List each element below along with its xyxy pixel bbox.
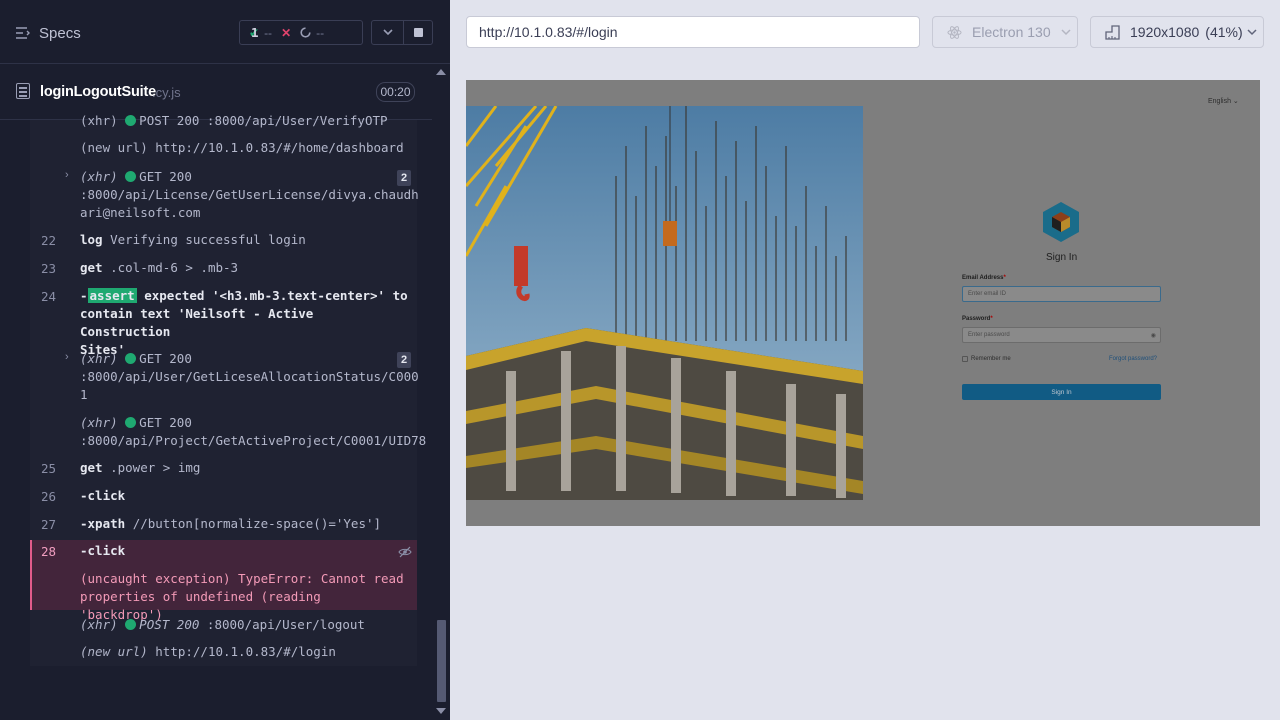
app-under-test-frame[interactable]: English ⌄ Sign In Email Address* Enter e… bbox=[466, 80, 1260, 526]
eye-slash-icon[interactable] bbox=[398, 545, 412, 559]
stop-button[interactable] bbox=[403, 20, 433, 45]
command-row[interactable]: 26 -click bbox=[30, 487, 417, 509]
event-count-badge: 2 bbox=[397, 352, 411, 368]
spec-filename[interactable]: loginLogoutSuite bbox=[40, 84, 156, 100]
status-dot-icon bbox=[125, 417, 137, 428]
browser-selector[interactable]: Electron 130 bbox=[932, 16, 1078, 48]
forgot-password-link[interactable]: Forgot password? bbox=[1109, 356, 1157, 362]
command-log: (xhr) POST 200 :8000/api/User/VerifyOTP … bbox=[30, 113, 426, 666]
test-stats: ✔ -- ✕ 1 -- bbox=[239, 20, 363, 45]
construction-site-image bbox=[466, 106, 863, 500]
command-number: 25 bbox=[41, 461, 57, 476]
command-row[interactable]: 24 - assert expected '<h3.mb-3.text-cente… bbox=[30, 287, 417, 357]
command-row[interactable]: › (xhr) GET 200:8000/api/User/GetLiceseA… bbox=[30, 350, 419, 406]
reporter-panel: Specs ✔ -- ✕ 1 -- loginLogoutSuite .cy.j… bbox=[0, 0, 450, 720]
command-number: 27 bbox=[41, 517, 57, 532]
reporter-header: Specs ✔ -- ✕ 1 -- bbox=[0, 0, 450, 64]
status-dot-icon bbox=[125, 171, 137, 182]
command-row[interactable]: (xhr) POST 200 :8000/api/User/VerifyOTP bbox=[30, 112, 417, 134]
status-dot-icon bbox=[125, 115, 137, 126]
pending-count: -- bbox=[316, 25, 325, 40]
status-dot-icon bbox=[125, 353, 137, 364]
command-row[interactable]: › (xhr) GET 200:8000/api/License/GetUser… bbox=[30, 168, 419, 224]
command-number: 26 bbox=[41, 489, 57, 504]
ruler-icon bbox=[1105, 24, 1120, 40]
pending-stat: -- bbox=[291, 26, 324, 40]
specs-button[interactable]: Specs bbox=[16, 22, 81, 44]
viewport-selector[interactable]: 1920x1080 (41%) bbox=[1090, 16, 1264, 48]
password-label: Password* bbox=[962, 316, 993, 322]
command-number: 22 bbox=[41, 233, 57, 248]
toggle-auto-scroll-button[interactable] bbox=[371, 20, 404, 45]
scrollbar-thumb[interactable] bbox=[437, 620, 446, 702]
command-row[interactable]: 27 -xpath //button[normalize-space()='Ye… bbox=[30, 515, 417, 537]
list-collapse-icon bbox=[16, 27, 30, 39]
spec-duration: 00:20 bbox=[376, 82, 415, 102]
browser-label: Electron 130 bbox=[972, 24, 1051, 40]
spec-file-extension: .cy.js bbox=[152, 85, 181, 100]
failed-command-row[interactable]: 28 -click (uncaught exception) TypeError… bbox=[30, 540, 417, 622]
chevron-right-icon: › bbox=[65, 351, 69, 363]
chevron-right-icon: › bbox=[65, 169, 69, 181]
company-logo bbox=[1043, 202, 1079, 242]
email-field[interactable]: Enter email ID bbox=[962, 286, 1161, 302]
remember-me-checkbox[interactable]: Remember me bbox=[962, 356, 1011, 362]
command-row[interactable]: (xhr) GET 200:8000/api/Project/GetActive… bbox=[30, 414, 426, 452]
chevron-down-icon bbox=[1247, 28, 1257, 35]
assert-tag: assert bbox=[87, 288, 137, 303]
command-number: 24 bbox=[41, 289, 57, 304]
specs-label: Specs bbox=[39, 24, 81, 42]
command-row[interactable]: (new url) http://10.1.0.83/#/home/dashbo… bbox=[30, 139, 417, 161]
scroll-up-icon[interactable] bbox=[436, 69, 446, 75]
pending-icon bbox=[300, 27, 311, 38]
command-number: 23 bbox=[41, 261, 57, 276]
checkbox-icon bbox=[962, 356, 968, 362]
document-icon bbox=[16, 83, 30, 99]
scroll-down-icon[interactable] bbox=[436, 708, 446, 714]
command-row[interactable]: 22 log Verifying successful login bbox=[30, 231, 417, 253]
password-field[interactable]: Enter password ◉ bbox=[962, 327, 1161, 343]
command-row[interactable]: 25 get .power > img bbox=[30, 459, 417, 481]
email-label: Email Address* bbox=[962, 275, 1006, 281]
command-row[interactable]: (xhr) POST 200 :8000/api/User/logout bbox=[30, 616, 417, 638]
eye-icon[interactable]: ◉ bbox=[1151, 332, 1156, 339]
status-dot-icon bbox=[125, 619, 137, 630]
electron-icon bbox=[947, 25, 962, 39]
viewport-scale: (41%) bbox=[1205, 24, 1243, 40]
command-row[interactable]: 23 get .col-md-6 > .mb-3 bbox=[30, 259, 417, 281]
event-count-badge: 2 bbox=[397, 170, 411, 186]
command-row[interactable]: (new url) http://10.1.0.83/#/login bbox=[30, 643, 417, 665]
failed-count: 1 bbox=[251, 25, 259, 40]
chevron-down-icon bbox=[1061, 28, 1071, 35]
language-selector[interactable]: English ⌄ bbox=[1208, 97, 1239, 105]
signin-title: Sign In bbox=[1046, 252, 1078, 263]
command-number: 28 bbox=[41, 544, 57, 559]
stop-icon bbox=[413, 28, 423, 37]
x-icon: ✕ bbox=[281, 25, 292, 40]
url-bar[interactable]: http://10.1.0.83/#/login bbox=[466, 16, 920, 48]
viewport-size: 1920x1080 bbox=[1130, 24, 1200, 40]
signin-button[interactable]: Sign In bbox=[962, 384, 1161, 400]
failed-stat: ✕ 1 bbox=[251, 25, 292, 40]
passed-count: -- bbox=[264, 25, 273, 40]
chevron-down-icon bbox=[382, 29, 393, 36]
